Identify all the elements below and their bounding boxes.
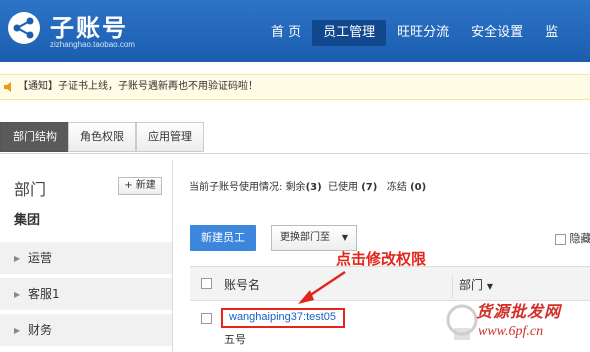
nav-monitor[interactable]: 监 [534,20,569,46]
caret-right-icon: ▶ [14,290,21,299]
table-header: 账号名 部门 ▼ [190,266,590,301]
department-sidebar: 部门 + 新建 集团 ▶ 运营 ▶ 客服1 ▶ 财务 [0,160,172,352]
annotation-text: 点击修改权限 [336,250,427,268]
hide-option[interactable]: 隐藏 [555,230,590,246]
account-display-name: 五号 [224,333,246,346]
top-nav: 首 页 员工管理 旺旺分流 安全设置 监 [260,20,569,46]
frozen-count: (0) [410,182,427,193]
notice-bar: 【通知】子证书上线，子账号遇新再也不用验证码啦！ [0,74,590,100]
nav-wangwang-diversion[interactable]: 旺旺分流 [386,20,460,46]
usage-summary: 当前子账号使用情况: 剩余(3) 已使用 (7) 冻结 (0) [189,178,426,193]
tab-department-structure[interactable]: 部门结构 [0,122,70,152]
hide-label: 隐藏 [569,232,590,245]
used-label: 已使用 [328,182,359,193]
caret-down-icon: ▼ [486,282,493,291]
tab-role-permissions[interactable]: 角色权限 [68,122,136,152]
notice-text[interactable]: 【通知】子证书上线，子账号遇新再也不用验证码啦！ [18,75,258,99]
share-logo-icon[interactable] [6,10,42,46]
row-checkbox[interactable] [201,313,212,324]
brand-title[interactable]: 子账号 [50,8,128,43]
new-department-button[interactable]: + 新建 [118,177,162,195]
frozen-label: 冻结 [386,182,407,193]
watermark-line2: www.6pf.cn [478,324,544,339]
department-header-label: 部门 [459,278,484,292]
hide-checkbox[interactable] [555,233,566,245]
watermark-line1: 货源批发网 [476,302,562,321]
sidebar-item-label: 客服1 [28,287,60,301]
select-all-checkbox[interactable] [201,278,212,289]
new-employee-button[interactable]: 新建员工 [190,225,256,251]
sidebar-item-label: 运营 [28,251,53,265]
sidebar-item-group[interactable]: 集团 [0,204,172,237]
sidebar-item-customer-service[interactable]: ▶ 客服1 [0,278,172,311]
remaining-label: 剩余 [285,182,306,193]
sidebar-title: 部门 [14,180,47,199]
change-department-label: 更换部门至 [280,232,330,243]
account-link[interactable]: wanghaiping37:test05 [229,311,336,323]
speaker-icon [4,82,11,92]
remaining-count: (3) [305,182,322,193]
nav-security-settings[interactable]: 安全设置 [460,20,534,46]
caret-right-icon: ▶ [14,254,21,263]
usage-label: 当前子账号使用情况: [189,182,283,193]
tab-app-management[interactable]: 应用管理 [136,122,204,152]
sidebar-item-operations[interactable]: ▶ 运营 [0,242,172,275]
column-header-account: 账号名 [224,278,261,292]
brand-url: zizhanghao.taobao.com [50,40,135,49]
used-count: (7) [361,182,378,193]
tab-bar: 部门结构 角色权限 应用管理 [0,114,590,154]
sidebar-item-label: 财务 [28,323,53,337]
caret-down-icon: ▼ [341,233,348,242]
column-header-department[interactable]: 部门 ▼ [452,276,493,298]
top-header: 子账号 zizhanghao.taobao.com 首 页 员工管理 旺旺分流 … [0,0,590,62]
sidebar-item-finance[interactable]: ▶ 财务 [0,314,172,347]
nav-home[interactable]: 首 页 [260,20,312,46]
caret-right-icon: ▶ [14,326,21,335]
nav-employee-management[interactable]: 员工管理 [312,20,387,46]
